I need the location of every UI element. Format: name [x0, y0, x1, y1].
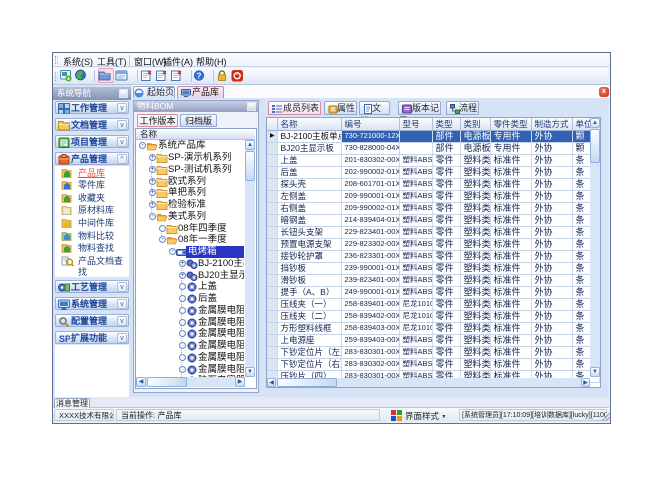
svg-text:SP: SP [59, 334, 70, 344]
svg-text:?: ? [197, 71, 202, 80]
